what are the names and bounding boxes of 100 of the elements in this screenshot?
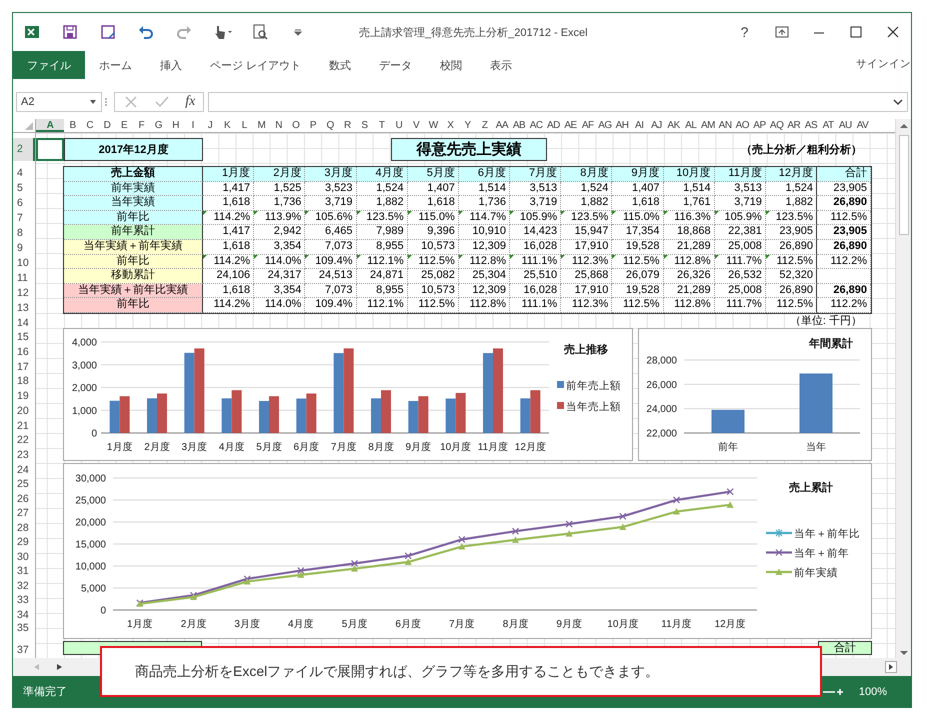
column-header[interactable]: Z [476,119,494,132]
chart-bar [157,393,167,433]
column-header[interactable]: AJ [648,119,666,132]
column-header[interactable]: Q [322,119,339,132]
column-header[interactable]: G [150,119,168,132]
column-header[interactable]: E [116,119,133,132]
column-header[interactable]: A [36,119,64,132]
total-cell: 23,905 [817,182,871,196]
column-header[interactable]: O [287,119,304,132]
table-cell: 109.4% [305,254,356,270]
print-preview-icon[interactable] [252,24,268,40]
column-header[interactable]: AB [510,119,528,132]
column-header[interactable]: D [98,119,116,132]
column-header[interactable]: X [442,119,459,132]
expand-icon[interactable] [893,98,903,106]
row-label-cell: 前年実績 [64,182,203,196]
ribbon-tab[interactable]: 挿入 [146,51,196,79]
maximize-icon[interactable] [848,24,864,40]
column-header[interactable]: AU [836,119,854,132]
save-icon[interactable] [62,24,78,40]
name-box[interactable]: A2 [16,92,102,112]
column-header[interactable]: M [252,119,270,132]
zoom-level[interactable]: 100% [858,686,887,698]
row-label-cell: 当年実績＋前年比実績 [64,284,203,298]
ribbon-tab[interactable]: ページ レイアウト [196,51,316,79]
column-header[interactable]: AR [785,119,802,132]
table-cell: 112.5% [766,298,817,313]
scroll-up-icon[interactable] [898,121,908,131]
column-header[interactable]: H [167,119,184,132]
column-header[interactable]: AL [682,119,700,132]
column-header[interactable]: AN [716,119,734,132]
column-header[interactable]: AD [544,119,562,132]
column-header[interactable]: AH [614,119,631,132]
customize-toolbar-icon[interactable] [294,28,302,36]
column-header[interactable]: F [132,119,150,132]
ribbon-display-icon[interactable] [774,24,790,40]
axis-label: 3月度 [182,442,208,453]
column-header[interactable]: L [236,119,253,132]
save-as-icon[interactable] [100,24,116,40]
column-header[interactable]: AA [493,119,510,132]
next-sheet-icon[interactable] [55,663,63,671]
ribbon-tab[interactable]: 表示 [476,51,526,79]
column-header[interactable]: C [81,119,98,132]
column-header[interactable]: AG [596,119,614,132]
scroll-right-button[interactable] [885,661,897,673]
column-header[interactable]: AF [579,119,596,132]
column-header[interactable]: P [304,119,322,132]
ribbon-tab[interactable]: 数式 [315,51,366,79]
column-header[interactable]: Y [458,119,476,132]
column-header[interactable]: U [390,119,408,132]
axis-label: 7月度 [330,442,356,453]
row-header[interactable]: 2 [13,138,35,161]
column-header[interactable]: N [270,119,288,132]
column-header[interactable]: I [184,119,202,132]
column-header[interactable]: W [424,119,442,132]
column-header[interactable]: B [64,119,82,132]
column-header[interactable]: R [338,119,356,132]
spreadsheet-app-icon [24,24,40,40]
selected-cell[interactable] [36,138,64,161]
point-marker [673,496,680,504]
insert-function-button[interactable]: fx [185,94,196,110]
ribbon-tab[interactable]: ホーム [85,51,146,79]
column-header[interactable]: J [201,119,219,132]
column-header[interactable]: AM [699,119,717,132]
column-header[interactable]: V [407,119,425,132]
scroll-thumb[interactable] [898,135,908,235]
header-cell: 12月度 [766,167,817,182]
column-header[interactable]: AQ [768,119,786,132]
undo-icon[interactable] [138,24,154,40]
point-marker [726,501,734,508]
caret-icon[interactable] [89,98,97,106]
header-cell: 6月度 [458,167,510,182]
zoom-slider-icon[interactable] [822,686,843,696]
table-cell: 114.0% [254,254,306,270]
column-header[interactable]: S [356,119,374,132]
column-header[interactable]: AC [528,119,545,132]
table-cell: 24,513 [305,269,356,284]
column-header[interactable]: AO [734,119,751,132]
tick-label: 28,000 [646,355,677,366]
ribbon-tab[interactable]: 校閲 [426,51,476,79]
file-tab[interactable]: ファイル [13,51,85,79]
column-header[interactable]: AS [802,119,820,132]
column-header[interactable]: K [218,119,236,132]
vertical-scrollbar[interactable] [895,119,911,658]
sign-in-link[interactable]: サインイン [856,51,911,71]
column-header[interactable]: AK [665,119,682,132]
column-header[interactable]: AI [630,119,648,132]
close-icon[interactable] [884,24,900,40]
formula-input[interactable] [208,92,908,112]
table-cell: 25,082 [408,269,459,284]
column-header[interactable]: AT [820,119,837,132]
help-button[interactable]: ? [726,17,763,47]
table-cell: 25,868 [561,269,612,284]
column-header[interactable]: AE [562,119,580,132]
column-header[interactable]: T [373,119,390,132]
column-header[interactable]: AP [750,119,768,132]
table-cell: 1,417 [203,225,254,240]
ribbon-tab[interactable]: データ [365,51,426,79]
column-header[interactable]: AV [854,119,872,132]
table-cell: 18,868 [664,225,715,240]
